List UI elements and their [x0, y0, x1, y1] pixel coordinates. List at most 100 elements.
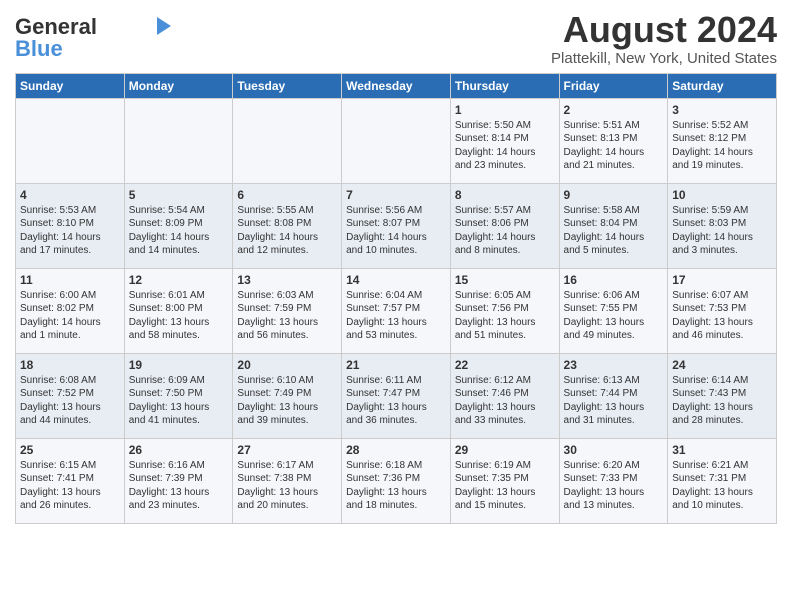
weekday-header: Saturday [668, 73, 777, 98]
logo: General Blue [15, 16, 171, 60]
cell-content: Sunrise: 5:58 AM Sunset: 8:04 PM Dayligh… [564, 204, 664, 258]
cell-content: Sunrise: 6:18 AM Sunset: 7:36 PM Dayligh… [346, 459, 446, 513]
calendar-cell [124, 98, 233, 183]
calendar-cell: 2Sunrise: 5:51 AM Sunset: 8:13 PM Daylig… [559, 98, 668, 183]
cell-content: Sunrise: 6:03 AM Sunset: 7:59 PM Dayligh… [237, 289, 337, 343]
day-number: 13 [237, 272, 337, 288]
calendar-cell: 28Sunrise: 6:18 AM Sunset: 7:36 PM Dayli… [342, 438, 451, 523]
calendar-cell: 8Sunrise: 5:57 AM Sunset: 8:06 PM Daylig… [450, 183, 559, 268]
day-number: 6 [237, 187, 337, 203]
calendar-table: SundayMondayTuesdayWednesdayThursdayFrid… [15, 73, 777, 524]
weekday-header: Thursday [450, 73, 559, 98]
cell-content: Sunrise: 5:53 AM Sunset: 8:10 PM Dayligh… [20, 204, 120, 258]
day-number: 22 [455, 357, 555, 373]
calendar-cell: 13Sunrise: 6:03 AM Sunset: 7:59 PM Dayli… [233, 268, 342, 353]
cell-content: Sunrise: 6:20 AM Sunset: 7:33 PM Dayligh… [564, 459, 664, 513]
calendar-cell: 21Sunrise: 6:11 AM Sunset: 7:47 PM Dayli… [342, 353, 451, 438]
cell-content: Sunrise: 5:57 AM Sunset: 8:06 PM Dayligh… [455, 204, 555, 258]
calendar-cell: 20Sunrise: 6:10 AM Sunset: 7:49 PM Dayli… [233, 353, 342, 438]
cell-content: Sunrise: 6:14 AM Sunset: 7:43 PM Dayligh… [672, 374, 772, 428]
day-number: 10 [672, 187, 772, 203]
day-number: 4 [20, 187, 120, 203]
cell-content: Sunrise: 6:12 AM Sunset: 7:46 PM Dayligh… [455, 374, 555, 428]
cell-content: Sunrise: 6:01 AM Sunset: 8:00 PM Dayligh… [129, 289, 229, 343]
day-number: 24 [672, 357, 772, 373]
cell-content: Sunrise: 5:52 AM Sunset: 8:12 PM Dayligh… [672, 119, 772, 173]
weekday-header: Wednesday [342, 73, 451, 98]
day-number: 30 [564, 442, 664, 458]
calendar-cell: 1Sunrise: 5:50 AM Sunset: 8:14 PM Daylig… [450, 98, 559, 183]
calendar-cell: 7Sunrise: 5:56 AM Sunset: 8:07 PM Daylig… [342, 183, 451, 268]
weekday-header: Friday [559, 73, 668, 98]
cell-content: Sunrise: 5:56 AM Sunset: 8:07 PM Dayligh… [346, 204, 446, 258]
day-number: 26 [129, 442, 229, 458]
day-number: 21 [346, 357, 446, 373]
weekday-header: Sunday [16, 73, 125, 98]
day-number: 15 [455, 272, 555, 288]
day-number: 3 [672, 102, 772, 118]
day-number: 12 [129, 272, 229, 288]
calendar-cell: 27Sunrise: 6:17 AM Sunset: 7:38 PM Dayli… [233, 438, 342, 523]
day-number: 2 [564, 102, 664, 118]
calendar-cell: 4Sunrise: 5:53 AM Sunset: 8:10 PM Daylig… [16, 183, 125, 268]
cell-content: Sunrise: 6:21 AM Sunset: 7:31 PM Dayligh… [672, 459, 772, 513]
calendar-cell [342, 98, 451, 183]
day-number: 29 [455, 442, 555, 458]
weekday-header: Tuesday [233, 73, 342, 98]
calendar-cell: 5Sunrise: 5:54 AM Sunset: 8:09 PM Daylig… [124, 183, 233, 268]
calendar-cell [16, 98, 125, 183]
cell-content: Sunrise: 6:09 AM Sunset: 7:50 PM Dayligh… [129, 374, 229, 428]
day-number: 16 [564, 272, 664, 288]
cell-content: Sunrise: 6:05 AM Sunset: 7:56 PM Dayligh… [455, 289, 555, 343]
cell-content: Sunrise: 6:13 AM Sunset: 7:44 PM Dayligh… [564, 374, 664, 428]
calendar-cell: 12Sunrise: 6:01 AM Sunset: 8:00 PM Dayli… [124, 268, 233, 353]
cell-content: Sunrise: 6:11 AM Sunset: 7:47 PM Dayligh… [346, 374, 446, 428]
location-title: Plattekill, New York, United States [551, 50, 777, 67]
cell-content: Sunrise: 6:15 AM Sunset: 7:41 PM Dayligh… [20, 459, 120, 513]
day-number: 1 [455, 102, 555, 118]
calendar-week-row: 25Sunrise: 6:15 AM Sunset: 7:41 PM Dayli… [16, 438, 777, 523]
cell-content: Sunrise: 5:59 AM Sunset: 8:03 PM Dayligh… [672, 204, 772, 258]
calendar-cell: 24Sunrise: 6:14 AM Sunset: 7:43 PM Dayli… [668, 353, 777, 438]
calendar-cell: 17Sunrise: 6:07 AM Sunset: 7:53 PM Dayli… [668, 268, 777, 353]
calendar-cell: 9Sunrise: 5:58 AM Sunset: 8:04 PM Daylig… [559, 183, 668, 268]
logo-arrow-icon [157, 17, 171, 35]
day-number: 14 [346, 272, 446, 288]
calendar-cell: 22Sunrise: 6:12 AM Sunset: 7:46 PM Dayli… [450, 353, 559, 438]
calendar-cell: 11Sunrise: 6:00 AM Sunset: 8:02 PM Dayli… [16, 268, 125, 353]
day-number: 9 [564, 187, 664, 203]
cell-content: Sunrise: 6:17 AM Sunset: 7:38 PM Dayligh… [237, 459, 337, 513]
header-row: SundayMondayTuesdayWednesdayThursdayFrid… [16, 73, 777, 98]
calendar-cell: 23Sunrise: 6:13 AM Sunset: 7:44 PM Dayli… [559, 353, 668, 438]
day-number: 23 [564, 357, 664, 373]
cell-content: Sunrise: 6:16 AM Sunset: 7:39 PM Dayligh… [129, 459, 229, 513]
logo-text: General [15, 16, 97, 38]
cell-content: Sunrise: 5:54 AM Sunset: 8:09 PM Dayligh… [129, 204, 229, 258]
calendar-week-row: 4Sunrise: 5:53 AM Sunset: 8:10 PM Daylig… [16, 183, 777, 268]
calendar-cell: 25Sunrise: 6:15 AM Sunset: 7:41 PM Dayli… [16, 438, 125, 523]
calendar-week-row: 18Sunrise: 6:08 AM Sunset: 7:52 PM Dayli… [16, 353, 777, 438]
calendar-cell: 14Sunrise: 6:04 AM Sunset: 7:57 PM Dayli… [342, 268, 451, 353]
day-number: 5 [129, 187, 229, 203]
month-title: August 2024 [551, 10, 777, 50]
day-number: 18 [20, 357, 120, 373]
cell-content: Sunrise: 6:19 AM Sunset: 7:35 PM Dayligh… [455, 459, 555, 513]
day-number: 27 [237, 442, 337, 458]
day-number: 20 [237, 357, 337, 373]
header: General Blue August 2024 Plattekill, New… [15, 10, 777, 67]
day-number: 17 [672, 272, 772, 288]
cell-content: Sunrise: 6:07 AM Sunset: 7:53 PM Dayligh… [672, 289, 772, 343]
day-number: 8 [455, 187, 555, 203]
calendar-cell: 26Sunrise: 6:16 AM Sunset: 7:39 PM Dayli… [124, 438, 233, 523]
cell-content: Sunrise: 6:08 AM Sunset: 7:52 PM Dayligh… [20, 374, 120, 428]
calendar-week-row: 1Sunrise: 5:50 AM Sunset: 8:14 PM Daylig… [16, 98, 777, 183]
weekday-header: Monday [124, 73, 233, 98]
calendar-cell [233, 98, 342, 183]
calendar-cell: 30Sunrise: 6:20 AM Sunset: 7:33 PM Dayli… [559, 438, 668, 523]
calendar-cell: 15Sunrise: 6:05 AM Sunset: 7:56 PM Dayli… [450, 268, 559, 353]
day-number: 11 [20, 272, 120, 288]
calendar-cell: 6Sunrise: 5:55 AM Sunset: 8:08 PM Daylig… [233, 183, 342, 268]
cell-content: Sunrise: 6:00 AM Sunset: 8:02 PM Dayligh… [20, 289, 120, 343]
calendar-cell: 19Sunrise: 6:09 AM Sunset: 7:50 PM Dayli… [124, 353, 233, 438]
cell-content: Sunrise: 6:04 AM Sunset: 7:57 PM Dayligh… [346, 289, 446, 343]
